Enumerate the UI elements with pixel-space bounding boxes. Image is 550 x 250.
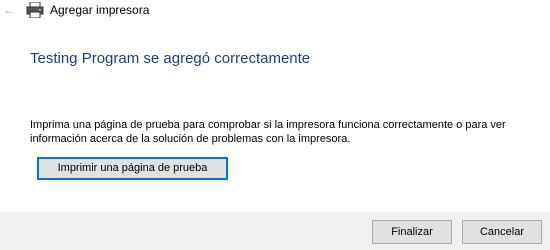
print-test-page-button[interactable]: Imprimir una página de prueba: [37, 157, 228, 180]
title-bar: ← Agregar impresora: [0, 0, 550, 22]
window-title: Agregar impresora: [50, 3, 150, 17]
back-arrow-icon[interactable]: ←: [3, 4, 15, 16]
cancel-button[interactable]: Cancelar: [462, 220, 542, 244]
description-text: Imprima una página de prueba para compro…: [30, 119, 506, 145]
finish-button[interactable]: Finalizar: [372, 220, 452, 244]
printer-icon: [26, 1, 44, 19]
add-printer-dialog: ← Agregar impresora Testing Program se a…: [0, 0, 550, 250]
page-heading: Testing Program se agregó correctamente: [30, 50, 311, 67]
